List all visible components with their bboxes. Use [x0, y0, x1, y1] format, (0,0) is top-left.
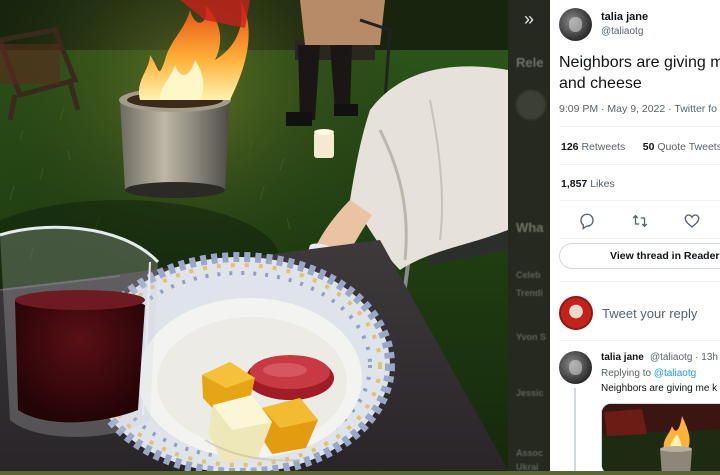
reply-composer[interactable]: Tweet your reply: [550, 291, 720, 337]
divider: [559, 340, 720, 341]
ghost-text: Rele: [516, 55, 544, 70]
like-icon[interactable]: [683, 212, 701, 230]
ghost-avatar: [516, 90, 546, 120]
thread-line: [574, 388, 576, 471]
reply-author-name[interactable]: talia jane: [601, 352, 644, 363]
viewer-avatar: [559, 296, 593, 330]
replying-to-link[interactable]: @taliaotg: [654, 368, 696, 379]
reply-icon[interactable]: [578, 212, 596, 230]
tweet-actions: [578, 212, 720, 230]
reply-media[interactable]: [601, 403, 720, 471]
tweet-likes: 1,857 Likes: [561, 178, 615, 190]
ghost-text: Assoc: [516, 448, 544, 458]
retweets-count[interactable]: 126: [561, 141, 579, 153]
reply-author-avatar[interactable]: [559, 351, 592, 384]
author-name[interactable]: talia jane: [601, 11, 648, 23]
view-thread-button[interactable]: View thread in Reader: [559, 243, 720, 269]
divider: [559, 126, 720, 127]
ghost-text: Celeb: [516, 270, 541, 280]
tweet-stats: 126 Retweets 50 Quote Tweets: [561, 141, 720, 153]
ghost-text: Wha: [516, 220, 544, 235]
background-page-blurred: » Rele Wha Celeb Trendi Yvon S Jessic As…: [508, 0, 550, 471]
retweet-icon[interactable]: [631, 212, 649, 230]
bottom-edge-strip: [0, 471, 720, 475]
tweet-timestamp[interactable]: 9:09 PM · May 9, 2022 · Twitter fo: [559, 103, 717, 115]
replying-to: Replying to @taliaotg: [601, 368, 696, 379]
divider: [559, 164, 720, 165]
quote-tweets-count[interactable]: 50: [643, 141, 655, 153]
quote-tweets-label[interactable]: Quote Tweets: [657, 141, 720, 153]
author-handle[interactable]: @taliaotg: [601, 26, 643, 37]
tweet-text-line: Neighbors are giving m: [559, 54, 720, 71]
divider: [559, 238, 720, 239]
ghost-text: Ukrai: [516, 462, 539, 471]
reply-text: Neighbors are giving me k: [601, 383, 718, 394]
double-chevron-right-icon[interactable]: »: [517, 8, 541, 32]
screenshot: » Rele Wha Celeb Trendi Yvon S Jessic As…: [0, 0, 720, 475]
likes-count[interactable]: 1,857: [561, 178, 587, 190]
ghost-text: Yvon S: [516, 332, 547, 342]
likes-label[interactable]: Likes: [590, 178, 615, 190]
author-avatar[interactable]: [559, 8, 592, 41]
divider: [559, 281, 720, 282]
tweet-text-line: and cheese: [559, 75, 642, 92]
tweet-detail-panel: talia jane @taliaotg Neighbors are givin…: [550, 0, 720, 471]
reply-handle-time[interactable]: @taliaotg · 13h: [650, 352, 718, 363]
reply-input-placeholder[interactable]: Tweet your reply: [602, 306, 697, 321]
tweet-photo[interactable]: [0, 0, 508, 471]
retweets-label[interactable]: Retweets: [581, 141, 625, 153]
replying-prefix: Replying to: [601, 368, 652, 379]
divider: [559, 200, 720, 201]
ghost-text: Jessic: [516, 388, 544, 398]
ghost-text: Trendi: [516, 288, 544, 298]
tweet-text: Neighbors are giving m and cheese: [559, 52, 720, 94]
